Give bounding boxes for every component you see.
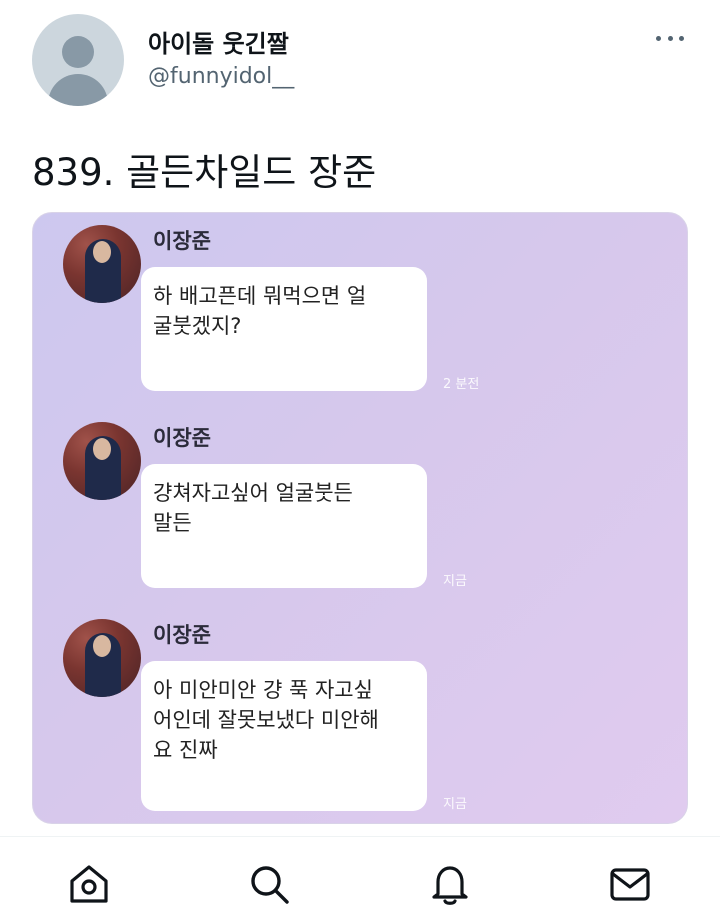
message-text: 하 배고픈데 뭐먹으면 얼 굴붓겠지? bbox=[153, 284, 367, 338]
sender-avatar bbox=[63, 619, 141, 697]
more-options-icon[interactable] bbox=[652, 26, 688, 50]
tweet-header: 아이돌 웃긴짤 @funnyidol__ bbox=[0, 0, 720, 120]
home-icon[interactable] bbox=[66, 861, 112, 907]
chat-message: 이장준 걍쳐자고싶어 얼굴붓든 말든 지금 bbox=[33, 416, 687, 612]
chat-message: 이장준 아 미안미안 걍 푹 자고싶 어인데 잘못보냈다 미안해 요 진짜 지금 bbox=[33, 613, 687, 812]
notifications-icon[interactable] bbox=[427, 861, 473, 907]
messages-icon[interactable] bbox=[607, 861, 653, 907]
chat-message: 이장준 하 배고픈데 뭐먹으면 얼 굴붓겠지? 2 분전 bbox=[33, 219, 687, 415]
search-icon[interactable] bbox=[246, 861, 292, 907]
sender-avatar bbox=[63, 225, 141, 303]
sender-name: 이장준 bbox=[153, 426, 211, 450]
message-bubble: 걍쳐자고싶어 얼굴붓든 말든 bbox=[141, 464, 427, 588]
message-time: 2 분전 bbox=[443, 377, 480, 392]
tweet-media-image[interactable]: 이장준 하 배고픈데 뭐먹으면 얼 굴붓겠지? 2 분전 이장준 걍쳐자고싶어 … bbox=[32, 212, 688, 824]
bottom-tab-bar bbox=[0, 836, 720, 924]
user-handle[interactable]: @funnyidol__ bbox=[148, 64, 294, 89]
message-bubble: 하 배고픈데 뭐먹으면 얼 굴붓겠지? bbox=[141, 267, 427, 391]
avatar[interactable] bbox=[32, 14, 124, 106]
tweet-text: 839. 골든차일드 장준 bbox=[32, 151, 377, 194]
message-time: 지금 bbox=[443, 574, 467, 589]
message-time: 지금 bbox=[443, 797, 467, 812]
avatar-body bbox=[48, 74, 108, 106]
avatar-head bbox=[62, 36, 94, 68]
more-dot bbox=[667, 35, 673, 41]
display-name[interactable]: 아이돌 웃긴짤 bbox=[148, 24, 289, 59]
more-dot bbox=[679, 35, 684, 41]
more-dot bbox=[656, 35, 661, 41]
sender-name: 이장준 bbox=[153, 623, 211, 647]
message-bubble: 아 미안미안 걍 푹 자고싶 어인데 잘못보냈다 미안해 요 진짜 bbox=[141, 661, 427, 811]
message-text: 걍쳐자고싶어 얼굴붓든 말든 bbox=[153, 481, 353, 535]
sender-avatar bbox=[63, 422, 141, 500]
message-text: 아 미안미안 걍 푹 자고싶 어인데 잘못보냈다 미안해 요 진짜 bbox=[153, 678, 379, 762]
sender-name: 이장준 bbox=[153, 229, 211, 253]
